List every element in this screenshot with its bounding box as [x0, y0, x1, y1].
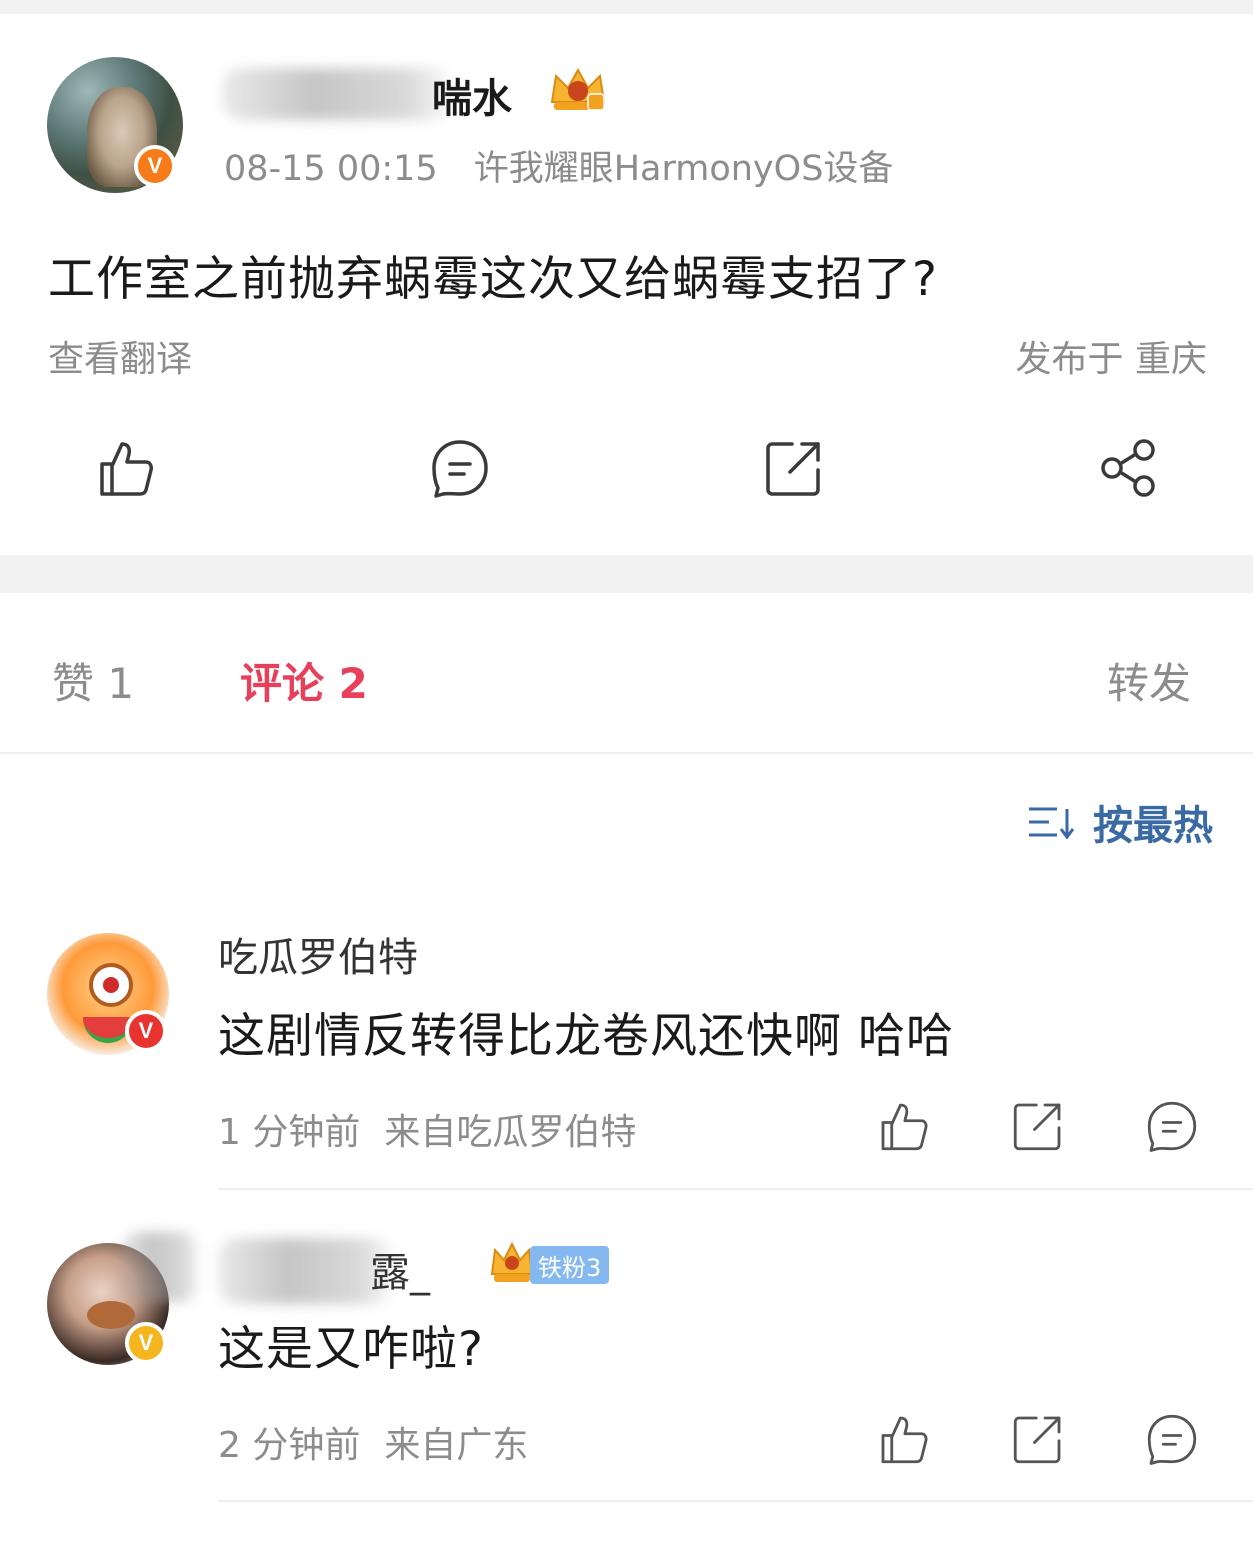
fan-level-badge: 铁粉3 [530, 1246, 610, 1284]
tab-comments[interactable]: 评论 2 [240, 650, 368, 711]
comment-time: 2 分钟前 [218, 1425, 361, 1466]
thumbs-up-icon[interactable] [876, 1098, 932, 1154]
verified-badge-icon: V [125, 1010, 167, 1052]
post-device[interactable]: 许我耀眼HarmonyOS设备 [474, 149, 894, 189]
top-strip [0, 0, 1253, 14]
post-location: 发布于 重庆 [1015, 339, 1207, 380]
share-icon[interactable] [1096, 436, 1160, 500]
comment-icon[interactable] [1144, 1411, 1200, 1467]
comment-source: 来自吃瓜罗伯特 [384, 1112, 637, 1153]
comment-author-name[interactable]: 吃瓜罗伯特 [218, 925, 418, 983]
tab-reposts[interactable]: 转发 [1107, 650, 1191, 711]
heart-icon [103, 977, 119, 993]
repost-icon[interactable] [762, 436, 826, 500]
thumbs-up-icon[interactable] [94, 436, 158, 500]
comment-text: 这是又咋啦? [218, 1322, 484, 1377]
sort-icon [1029, 807, 1075, 840]
post-author-name[interactable]: 喘水 [432, 66, 512, 124]
repost-icon[interactable] [1010, 1411, 1066, 1467]
post-meta: 08-15 00:15 许我耀眼HarmonyOS设备 [224, 140, 893, 191]
thumbs-up-icon[interactable] [876, 1411, 932, 1467]
post-timestamp: 08-15 00:15 [224, 149, 438, 189]
comment-author-name[interactable]: 露_ [370, 1240, 430, 1298]
section-divider [0, 555, 1253, 593]
comment-meta: 1 分钟前 来自吃瓜罗伯特 [218, 1103, 636, 1155]
comment-time: 1 分钟前 [218, 1112, 361, 1153]
comment-icon[interactable] [428, 436, 492, 500]
verified-badge-icon: V [125, 1322, 167, 1364]
avatar-photo [87, 1301, 135, 1329]
verified-badge-icon: V [134, 145, 176, 187]
repost-icon[interactable] [1010, 1098, 1066, 1154]
comment-icon[interactable] [1144, 1098, 1200, 1154]
divider [218, 1188, 1253, 1190]
comment-meta: 2 分钟前 来自广东 [218, 1416, 528, 1468]
divider [218, 1500, 1253, 1502]
sort-label: 按最热 [1093, 803, 1213, 849]
sort-button[interactable]: 按最热 [1027, 793, 1213, 851]
comment-text: 这剧情反转得比龙卷风还快啊 哈哈 [218, 1009, 954, 1064]
translate-link[interactable]: 查看翻译 [48, 330, 192, 382]
blurred-name [222, 68, 452, 120]
crown-icon [490, 1241, 534, 1282]
crown-icon [550, 67, 606, 111]
blurred-name [218, 1238, 393, 1304]
tab-likes[interactable]: 赞 1 [52, 650, 134, 711]
blurred-area [120, 1232, 200, 1302]
post-text: 工作室之前抛弃蜗霉这次又给蜗霉支招了? [48, 252, 938, 307]
comment-source: 来自广东 [384, 1425, 529, 1466]
divider [0, 752, 1253, 754]
